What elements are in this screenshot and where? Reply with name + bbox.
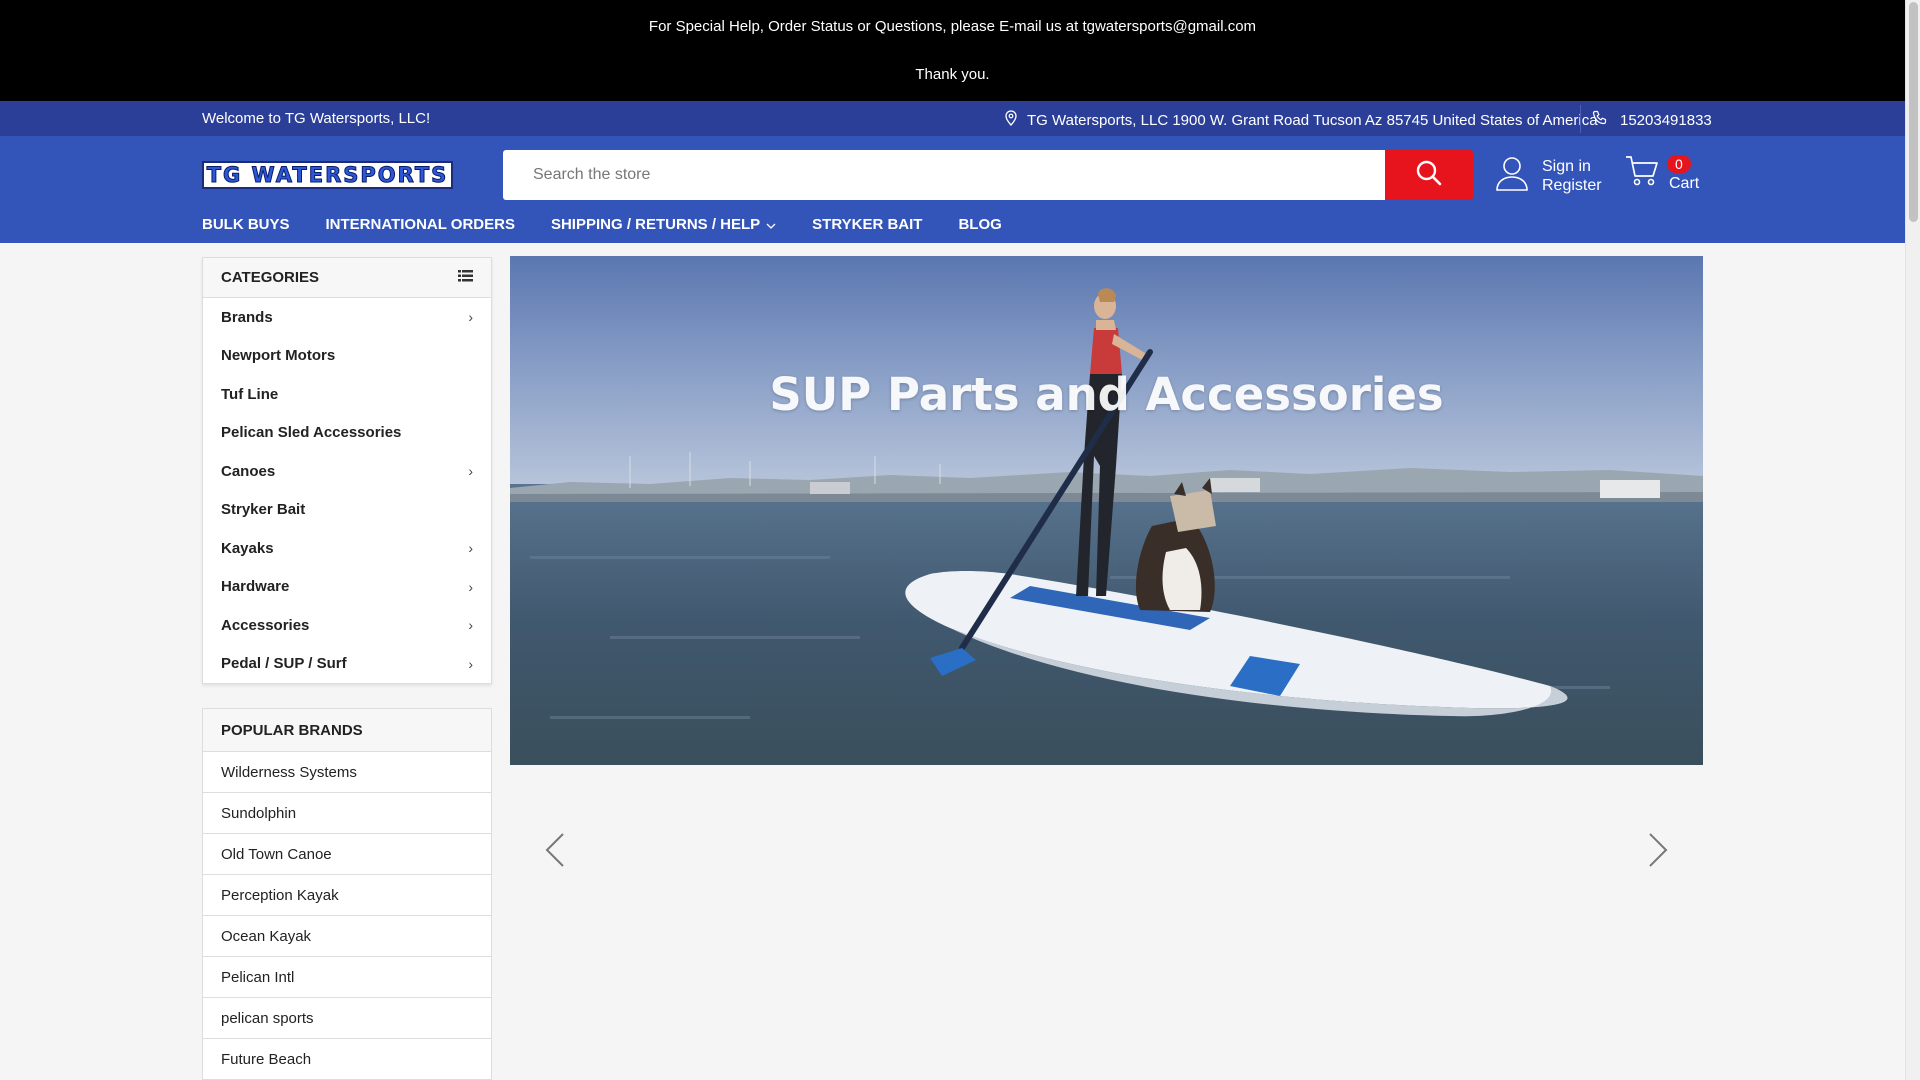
account-links: Sign in Register — [1494, 154, 1602, 197]
categories-header[interactable]: CATEGORIES — [203, 258, 491, 298]
page-scrollbar[interactable] — [1905, 0, 1920, 1080]
store-address[interactable]: TG Watersports, LLC 1900 W. Grant Road T… — [1005, 110, 1598, 130]
category-item-kayaks[interactable]: Kayaks › — [203, 529, 491, 568]
chevron-right-icon: › — [468, 578, 473, 595]
store-phone-text: 15203491833 — [1620, 111, 1712, 129]
scrollbar-thumb[interactable] — [1909, 2, 1918, 222]
category-item-brands[interactable]: Brands › — [203, 298, 491, 337]
category-item-hardware[interactable]: Hardware › — [203, 568, 491, 607]
category-label: Tuf Line — [221, 385, 279, 403]
category-label: Brands — [221, 308, 273, 326]
welcome-message: Welcome to TG Watersports, LLC! — [202, 110, 431, 127]
user-icon[interactable] — [1494, 154, 1530, 197]
category-label: Newport Motors — [221, 347, 336, 365]
nav-international-orders[interactable]: INTERNATIONAL ORDERS — [326, 216, 515, 233]
category-item-canoes[interactable]: Canoes › — [203, 452, 491, 491]
announcement-bar: For Special Help, Order Status or Questi… — [0, 0, 1905, 101]
search-box — [503, 150, 1385, 200]
chevron-right-icon: › — [468, 655, 473, 672]
category-item-stryker-bait[interactable]: Stryker Bait — [203, 491, 491, 530]
nav-label: STRYKER BAIT — [812, 216, 923, 233]
brand-item[interactable]: Future Beach — [203, 1039, 491, 1080]
slider-next-button[interactable] — [1643, 832, 1673, 872]
nav-stryker-bait[interactable]: STRYKER BAIT — [812, 216, 922, 233]
category-item-pedal-sup-surf[interactable]: Pedal / SUP / Surf › — [203, 645, 491, 684]
hero-title: SUP Parts and Accessories — [769, 368, 1444, 421]
brand-item[interactable]: Sundolphin — [203, 793, 491, 834]
nav-bulk-buys[interactable]: BULK BUYS — [202, 216, 290, 233]
nav-label: INTERNATIONAL ORDERS — [325, 216, 515, 233]
chevron-down-icon — [766, 216, 776, 233]
site-logo[interactable]: TG WATERSPORTS — [202, 161, 453, 189]
store-phone[interactable]: 15203491833 — [1592, 110, 1712, 130]
search-button[interactable] — [1385, 150, 1473, 200]
announcement-line-1: For Special Help, Order Status or Questi… — [648, 18, 1257, 35]
category-item-tuf-line[interactable]: Tuf Line — [203, 375, 491, 414]
nav-label: BLOG — [958, 216, 1002, 233]
category-item-newport-motors[interactable]: Newport Motors — [203, 337, 491, 376]
category-label: Stryker Bait — [221, 501, 306, 519]
chevron-right-icon — [1648, 832, 1668, 873]
hero-banner[interactable]: SUP Parts and Accessories — [510, 256, 1703, 765]
nav-blog[interactable]: BLOG — [958, 216, 1001, 233]
brand-item[interactable]: Old Town Canoe — [203, 834, 491, 875]
categories-panel: CATEGORIES Brands › Newport Motors Tuf Li… — [202, 257, 492, 684]
info-bar: Welcome to TG Watersports, LLC! TG Water… — [0, 101, 1905, 136]
category-label: Kayaks — [221, 539, 274, 557]
category-label: Pedal / SUP / Surf — [221, 655, 347, 673]
nav-shipping-returns-help[interactable]: SHIPPING / RETURNS / HELP — [551, 216, 776, 233]
chevron-right-icon: › — [468, 309, 473, 326]
map-pin-icon — [1005, 110, 1017, 130]
search-icon — [1415, 159, 1443, 192]
phone-icon — [1592, 110, 1608, 130]
slider-prev-button[interactable] — [540, 832, 570, 872]
announcement-line-2: Thank you. — [915, 66, 990, 83]
category-item-pelican-sled-accessories[interactable]: Pelican Sled Accessories — [203, 414, 491, 453]
register-link[interactable]: Register — [1542, 176, 1602, 195]
sign-in-link[interactable]: Sign in — [1542, 157, 1602, 176]
brand-item[interactable]: Pelican Intl — [203, 957, 491, 998]
brand-item[interactable]: Perception Kayak — [203, 875, 491, 916]
main-nav: BULK BUYS INTERNATIONAL ORDERS SHIPPING … — [202, 216, 1002, 233]
category-item-accessories[interactable]: Accessories › — [203, 606, 491, 645]
hero-image — [510, 256, 1703, 765]
category-label: Canoes — [221, 462, 276, 480]
chevron-right-icon: › — [468, 463, 473, 480]
cart-count-badge: 0 — [1667, 154, 1691, 173]
info-divider — [1580, 105, 1581, 133]
category-label: Accessories — [221, 616, 310, 634]
chevron-left-icon — [545, 832, 565, 873]
popular-brands-panel: POPULAR BRANDS Wilderness Systems Sundol… — [202, 708, 492, 1080]
nav-label: SHIPPING / RETURNS / HELP — [550, 216, 761, 233]
brand-item[interactable]: Wilderness Systems — [203, 752, 491, 793]
nav-label: BULK BUYS — [202, 216, 290, 233]
category-label: Pelican Sled Accessories — [221, 424, 402, 442]
categories-title: CATEGORIES — [221, 269, 320, 286]
list-icon[interactable] — [458, 269, 473, 286]
cart-link[interactable]: 0 Cart — [1625, 154, 1699, 193]
logo-text: TG WATERSPORTS — [206, 163, 449, 188]
site-header: TG WATERSPORTS Sign in Register 0 Cart B… — [0, 136, 1905, 243]
store-address-text: TG Watersports, LLC 1900 W. Grant Road T… — [1027, 111, 1598, 129]
chevron-right-icon: › — [468, 617, 473, 634]
cart-label: Cart — [1669, 174, 1700, 192]
search-input[interactable] — [503, 150, 1385, 200]
brand-item[interactable]: pelican sports — [203, 998, 491, 1039]
brand-item[interactable]: Ocean Kayak — [203, 916, 491, 957]
category-label: Hardware — [221, 578, 290, 596]
cart-icon — [1625, 154, 1659, 193]
popular-brands-header: POPULAR BRANDS — [203, 709, 491, 752]
chevron-right-icon: › — [468, 540, 473, 557]
